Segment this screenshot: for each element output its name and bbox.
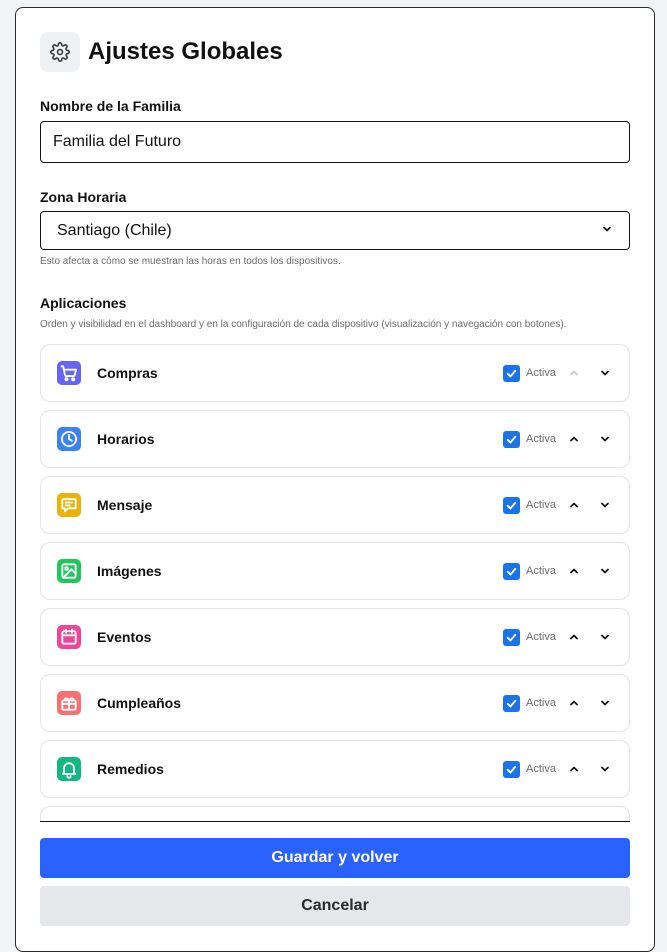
app-row: Remedios Activa (40, 740, 630, 798)
page-header: Ajustes Globales (40, 32, 283, 72)
app-row: Cumpleaños Activa (40, 674, 630, 732)
move-down-button[interactable] (597, 695, 613, 711)
move-down-button[interactable] (597, 365, 613, 381)
save-button[interactable]: Guardar y volver (40, 838, 630, 878)
active-label: Activa (526, 697, 556, 709)
active-label: Activa (526, 367, 556, 379)
gear-icon (40, 32, 80, 72)
family-name-input[interactable]: Familia del Futuro (40, 121, 630, 163)
cancel-button[interactable]: Cancelar (40, 886, 630, 926)
page-title: Ajustes Globales (88, 38, 283, 65)
move-up-button (566, 365, 582, 381)
move-down-button[interactable] (597, 629, 613, 645)
move-up-button[interactable] (566, 695, 582, 711)
image-icon (57, 559, 81, 583)
active-label: Activa (526, 631, 556, 643)
move-down-button[interactable] (597, 761, 613, 777)
active-checkbox[interactable] (503, 496, 520, 514)
move-up-button[interactable] (566, 563, 582, 579)
app-name: Compras (97, 365, 158, 381)
app-row: Imágenes Activa (40, 542, 630, 600)
app-row: Mensaje Activa (40, 476, 630, 534)
app-name: Cumpleaños (97, 695, 182, 711)
app-name: Imágenes (97, 563, 162, 579)
move-up-button[interactable] (566, 761, 582, 777)
apps-list: Compras Activa Horarios Activa Mensaje Activa… (40, 344, 630, 821)
app-name: Eventos (97, 629, 152, 645)
active-label: Activa (526, 565, 556, 577)
apps-hint: Orden y visibilidad en el dashboard y en… (40, 319, 567, 330)
active-label: Activa (526, 499, 556, 511)
timezone-hint: Esto afecta a cómo se muestran las horas… (40, 256, 341, 267)
active-label: Activa (526, 763, 556, 775)
active-checkbox[interactable] (503, 628, 520, 646)
cart-icon (57, 361, 81, 385)
move-down-button[interactable] (597, 497, 613, 513)
active-checkbox[interactable] (503, 694, 520, 712)
family-name-label: Nombre de la Familia (40, 98, 181, 114)
settings-card: Ajustes Globales Nombre de la Familia Fa… (15, 7, 655, 952)
timezone-value: Santiago (Chile) (57, 221, 172, 239)
active-checkbox[interactable] (503, 430, 520, 448)
apps-label: Aplicaciones (40, 295, 127, 311)
app-name: Horarios (97, 431, 155, 447)
app-row: Compras Activa (40, 344, 630, 402)
divider (40, 821, 630, 822)
move-down-button[interactable] (597, 431, 613, 447)
timezone-label: Zona Horaria (40, 189, 127, 205)
move-up-button[interactable] (566, 497, 582, 513)
bell-icon (57, 757, 81, 781)
move-down-button[interactable] (597, 563, 613, 579)
timezone-select[interactable]: Santiago (Chile) (40, 211, 630, 250)
active-checkbox[interactable] (503, 364, 520, 382)
move-up-button[interactable] (566, 629, 582, 645)
app-row: Horarios Activa (40, 410, 630, 468)
move-up-button[interactable] (566, 431, 582, 447)
message-icon (57, 493, 81, 517)
calendar-icon (57, 625, 81, 649)
active-checkbox[interactable] (503, 562, 520, 580)
chevron-down-icon (601, 222, 613, 240)
app-row: Eventos Activa (40, 608, 630, 666)
app-row-partial (40, 806, 630, 821)
active-checkbox[interactable] (503, 760, 520, 778)
clock-icon (57, 427, 81, 451)
app-name: Remedios (97, 761, 164, 777)
gift-icon (57, 691, 81, 715)
active-label: Activa (526, 433, 556, 445)
app-name: Mensaje (97, 497, 153, 513)
